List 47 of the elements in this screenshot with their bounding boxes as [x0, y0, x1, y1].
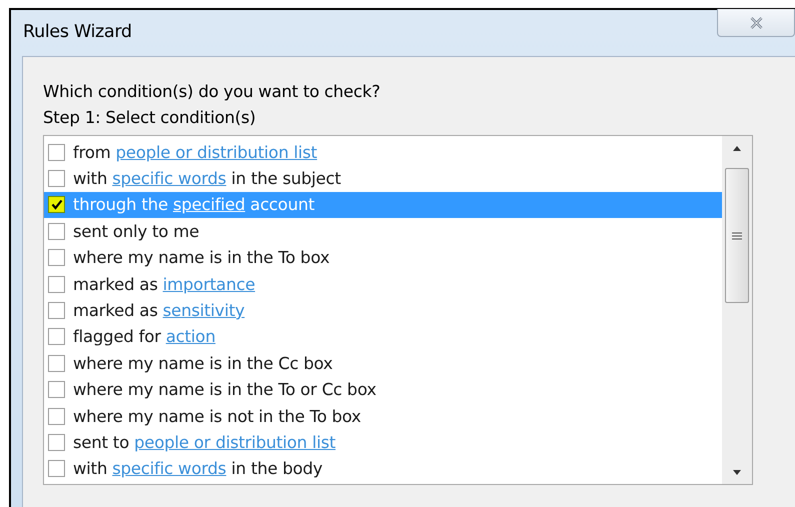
close-button[interactable]	[717, 9, 795, 37]
checkbox[interactable]	[48, 196, 65, 214]
checkbox[interactable]	[48, 276, 65, 293]
condition-row[interactable]: with specific words in the subject	[44, 165, 722, 192]
close-icon	[750, 16, 762, 28]
prompt-text: Which condition(s) do you want to check?	[43, 81, 382, 103]
up-arrow-icon	[733, 146, 741, 150]
condition-row[interactable]: where my name is in the To box	[44, 244, 722, 271]
condition-text: with specific words in the subject	[73, 169, 341, 188]
condition-text: where my name is in the Cc box	[73, 354, 333, 373]
condition-row[interactable]: flagged for action	[44, 324, 722, 350]
condition-row[interactable]: sent only to me	[44, 218, 722, 245]
condition-text: where my name is not in the To box	[73, 406, 361, 426]
checkbox[interactable]	[48, 408, 65, 425]
condition-text: where my name is in the To or Cc box	[73, 380, 376, 400]
checkbox[interactable]	[48, 328, 65, 346]
grip-icon	[732, 232, 742, 240]
condition-text: sent only to me	[73, 222, 200, 241]
condition-row[interactable]: sent to people or distribution list	[44, 429, 722, 456]
window-title: Rules Wizard	[23, 22, 132, 42]
checkbox[interactable]	[48, 144, 65, 161]
checkbox[interactable]	[48, 354, 65, 372]
down-arrow-icon	[733, 470, 741, 474]
condition-text: where my name is in the To box	[73, 248, 330, 268]
step-label: Step 1: Select condition(s)	[43, 107, 257, 129]
condition-row[interactable]: where my name is not in the To box	[44, 402, 722, 430]
condition-text: from people or distribution list	[73, 142, 318, 162]
condition-row[interactable]: from people or distribution list	[44, 139, 722, 166]
condition-row[interactable]: where my name is in the To or Cc box	[44, 376, 722, 403]
checkbox[interactable]	[48, 434, 65, 451]
checkbox[interactable]	[48, 222, 65, 240]
condition-text: with specific words in the body	[73, 459, 322, 478]
condition-row[interactable]: marked as importance	[44, 270, 722, 298]
condition-text: marked as sensitivity	[73, 301, 245, 320]
checkbox[interactable]	[48, 381, 65, 398]
checkbox[interactable]	[48, 460, 65, 478]
condition-text: sent to people or distribution list	[73, 432, 336, 452]
condition-row[interactable]: with specific words in the body	[44, 456, 722, 482]
checkbox[interactable]	[48, 170, 65, 188]
condition-row[interactable]: marked as sensitivity	[44, 297, 722, 324]
condition-text: through the specified account	[73, 195, 314, 214]
condition-row[interactable]: where my name is in the Cc box	[44, 350, 722, 377]
condition-text: flagged for action	[73, 327, 216, 346]
scroll-thumb[interactable]	[725, 168, 749, 303]
checkbox[interactable]	[48, 249, 65, 266]
condition-text: marked as importance	[73, 274, 256, 294]
checkbox[interactable]	[48, 302, 65, 320]
